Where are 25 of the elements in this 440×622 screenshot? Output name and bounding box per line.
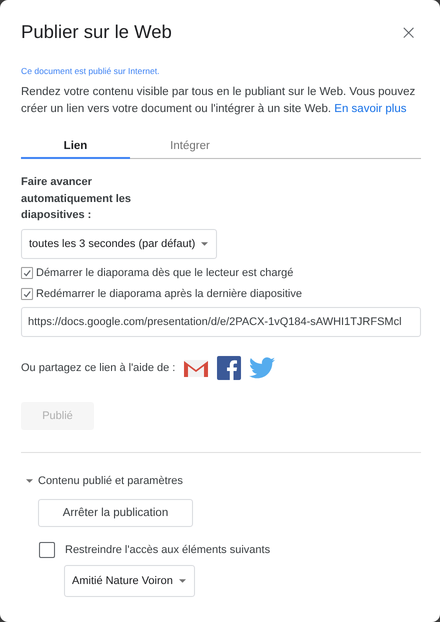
stop-publishing-button[interactable]: Arrêter la publication xyxy=(38,498,193,526)
interval-dropdown[interactable]: toutes les 3 secondes (par défaut) xyxy=(21,228,218,258)
facebook-icon[interactable] xyxy=(217,356,242,380)
option-label: Démarrer le diaporama dès que le lecteur est chargé xyxy=(36,266,294,278)
dialog-title: Publier sur le Web xyxy=(21,21,172,43)
restrict-label: Restreindre l'accès aux éléments suivants xyxy=(65,544,270,556)
tab[interactable]: Lien xyxy=(21,140,130,159)
learn-more-link[interactable]: En savoir plus xyxy=(334,103,407,115)
section-toggle[interactable]: Contenu publié et paramètres xyxy=(21,474,421,486)
mail-icon[interactable] xyxy=(183,358,210,378)
link-field[interactable]: https://docs.google.com/presentation/d/e/2PACX-1vQ184-sAWHI1TJRFSMcl xyxy=(21,306,421,336)
option-label: Redémarrer le diaporama après la dernière diapositive xyxy=(36,288,302,300)
caret-icon xyxy=(201,242,208,246)
auto-advance-label: Faire avancer automatiquement les diapositives : xyxy=(21,175,132,223)
close-button[interactable]: × xyxy=(396,22,421,42)
description-text: Rendez votre contenu visible par tous en le publiant sur le Web. Vous pouvez créer un lien vers votre document ou l'intégrer à un site Web. En savoir plus xyxy=(21,85,416,117)
checkbox[interactable] xyxy=(21,288,33,300)
checkbox[interactable] xyxy=(21,266,33,278)
status-message: Ce document est publié sur Internet. xyxy=(21,66,161,76)
share-label: Ou partagez ce lien à l'aide de : xyxy=(21,362,176,374)
group-dropdown[interactable]: Amitié Nature Voiron xyxy=(64,564,195,596)
caret-icon xyxy=(178,578,186,582)
checkbox[interactable] xyxy=(39,542,55,558)
caret-icon xyxy=(26,478,33,482)
tab[interactable]: Intégrer xyxy=(130,140,250,159)
